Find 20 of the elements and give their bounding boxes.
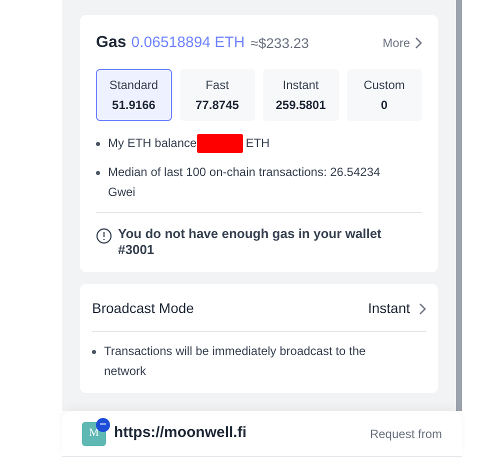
gas-speed-option[interactable]: Standard 51.9166	[96, 69, 172, 121]
gas-speed-option[interactable]: Instant 259.5801	[263, 69, 338, 121]
gas-amount: 0.06518894 ETH	[131, 32, 245, 53]
balance-unit: ETH	[246, 135, 270, 152]
gas-fiat: ≈$233.23	[250, 34, 309, 52]
broadcast-label: Broadcast Mode	[92, 299, 194, 318]
gas-speed-option[interactable]: Custom 0	[346, 69, 422, 121]
alert-icon	[96, 228, 112, 244]
gas-speed-option[interactable]: Fast 77.8745	[180, 69, 255, 121]
balance-label: My ETH balance	[108, 135, 197, 152]
chevron-right-icon	[418, 302, 426, 314]
broadcast-note: Transactions will be immediately broadcast to the network	[104, 343, 367, 380]
chevron-right-icon	[414, 37, 422, 49]
gas-label: Gas	[96, 33, 126, 53]
median-note: Median of last 100 on-chain transactions: 26.54234 Gwei	[108, 164, 382, 201]
site-url: https://moonwell.fi	[114, 423, 246, 444]
request-label: Request from	[370, 426, 442, 442]
broadcast-mode-button[interactable]: Instant	[368, 298, 426, 319]
gas-warning: You do not have enough gas in your wallet #3001	[118, 226, 382, 258]
more-button[interactable]: More	[382, 34, 422, 52]
